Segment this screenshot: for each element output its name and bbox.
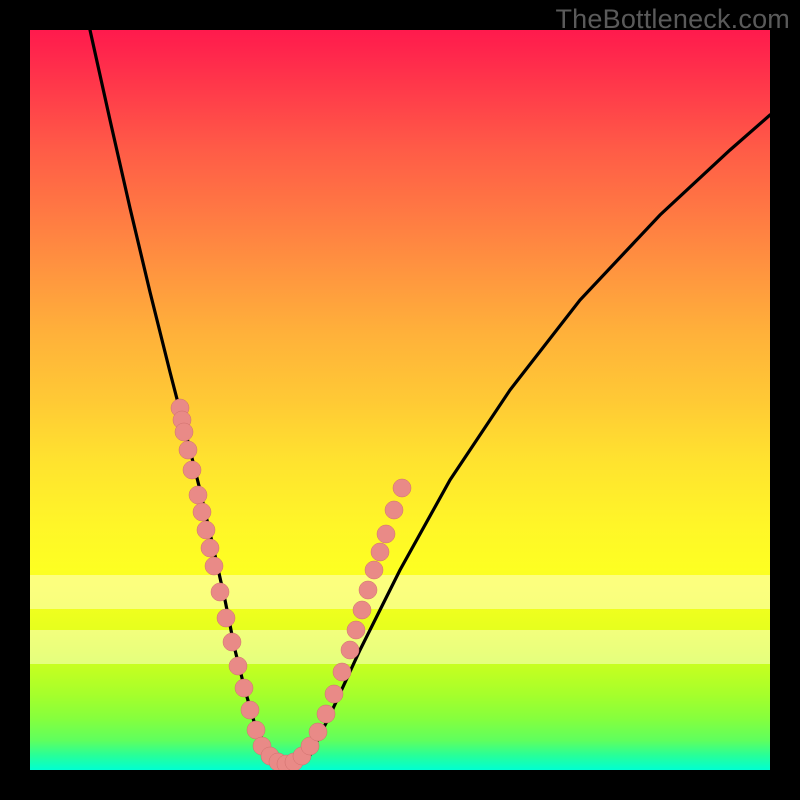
data-point xyxy=(241,701,259,719)
chart-frame: TheBottleneck.com xyxy=(0,0,800,800)
data-point xyxy=(183,461,201,479)
data-point xyxy=(317,705,335,723)
data-point xyxy=(347,621,365,639)
data-point xyxy=(229,657,247,675)
data-points xyxy=(171,399,411,770)
data-point xyxy=(385,501,403,519)
plot-area xyxy=(30,30,770,770)
data-point xyxy=(223,633,241,651)
curve-svg xyxy=(30,30,770,770)
bottleneck-curve xyxy=(90,30,770,765)
data-point xyxy=(247,721,265,739)
data-point xyxy=(365,561,383,579)
data-point xyxy=(217,609,235,627)
data-point xyxy=(353,601,371,619)
data-point xyxy=(325,685,343,703)
data-point xyxy=(309,723,327,741)
data-point xyxy=(201,539,219,557)
data-point xyxy=(205,557,223,575)
data-point xyxy=(371,543,389,561)
data-point xyxy=(393,479,411,497)
data-point xyxy=(341,641,359,659)
data-point xyxy=(189,486,207,504)
data-point xyxy=(197,521,215,539)
data-point xyxy=(377,525,395,543)
data-point xyxy=(175,423,193,441)
data-point xyxy=(193,503,211,521)
data-point xyxy=(333,663,351,681)
data-point xyxy=(235,679,253,697)
data-point xyxy=(179,441,197,459)
data-point xyxy=(359,581,377,599)
data-point xyxy=(211,583,229,601)
